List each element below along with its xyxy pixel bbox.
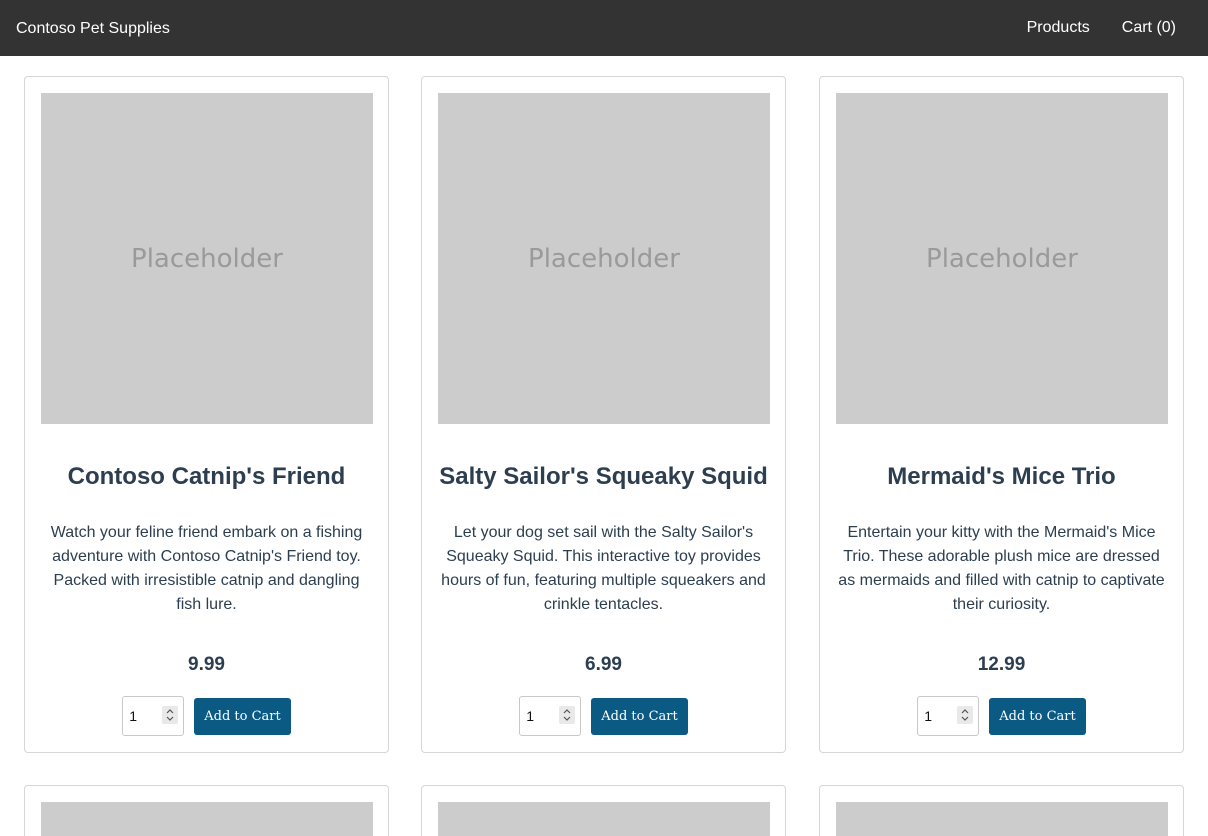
- product-image-placeholder: [836, 802, 1168, 836]
- nav-links: Products Cart (0): [1027, 0, 1176, 56]
- product-description: Watch your feline friend embark on a fis…: [50, 524, 363, 613]
- product-title: Salty Sailor's Squeaky Squid: [439, 463, 768, 490]
- product-price: 9.99: [188, 654, 225, 675]
- add-to-cart-button[interactable]: Add to Cart: [591, 697, 688, 735]
- placeholder-label: Placeholder: [131, 243, 283, 274]
- product-description: Let your dog set sail with the Salty Sai…: [441, 524, 766, 613]
- quantity-stepper[interactable]: 1: [122, 696, 185, 736]
- quantity-stepper[interactable]: 1: [519, 696, 582, 736]
- quantity-value[interactable]: 1: [526, 697, 534, 735]
- top-navbar: Contoso Pet Supplies Products Cart (0): [0, 0, 1208, 56]
- brand-link[interactable]: Contoso Pet Supplies: [16, 0, 170, 56]
- product-image-placeholder: Placeholder: [836, 93, 1168, 424]
- quantity-value[interactable]: 1: [924, 697, 932, 735]
- product-description: Entertain your kitty with the Mermaid's …: [838, 524, 1165, 613]
- product-card: Placeholder Mermaid's Mice Trio Entertai…: [819, 76, 1184, 753]
- placeholder-label: Placeholder: [528, 243, 680, 274]
- purchase-controls: 1 Add to Cart: [25, 696, 388, 736]
- product-grid: Placeholder Contoso Catnip's Friend Watc…: [0, 0, 1208, 836]
- nav-products-link[interactable]: Products: [1027, 0, 1090, 57]
- product-title: Mermaid's Mice Trio: [887, 463, 1116, 490]
- spinner-arrows-icon[interactable]: [559, 706, 576, 724]
- purchase-controls: 1 Add to Cart: [422, 696, 785, 736]
- nav-cart-link[interactable]: Cart (0): [1122, 0, 1176, 57]
- purchase-controls: 1 Add to Cart: [820, 696, 1183, 736]
- product-price: 12.99: [977, 654, 1026, 675]
- placeholder-label: Placeholder: [926, 243, 1078, 274]
- product-card: [24, 785, 389, 836]
- spinner-arrows-icon[interactable]: [957, 706, 974, 724]
- quantity-value[interactable]: 1: [129, 697, 137, 735]
- quantity-stepper[interactable]: 1: [917, 696, 980, 736]
- product-card: [819, 785, 1184, 836]
- product-card: Placeholder Salty Sailor's Squeaky Squid…: [421, 76, 786, 753]
- product-card: Placeholder Contoso Catnip's Friend Watc…: [24, 76, 389, 753]
- product-price: 6.99: [585, 654, 622, 675]
- product-image-placeholder: [438, 802, 770, 836]
- spinner-arrows-icon[interactable]: [162, 706, 179, 724]
- product-title: Contoso Catnip's Friend: [67, 463, 346, 490]
- product-image-placeholder: Placeholder: [438, 93, 770, 424]
- add-to-cart-button[interactable]: Add to Cart: [194, 697, 291, 735]
- add-to-cart-button[interactable]: Add to Cart: [989, 697, 1086, 735]
- product-image-placeholder: [41, 802, 373, 836]
- product-card: [421, 785, 786, 836]
- product-image-placeholder: Placeholder: [41, 93, 373, 424]
